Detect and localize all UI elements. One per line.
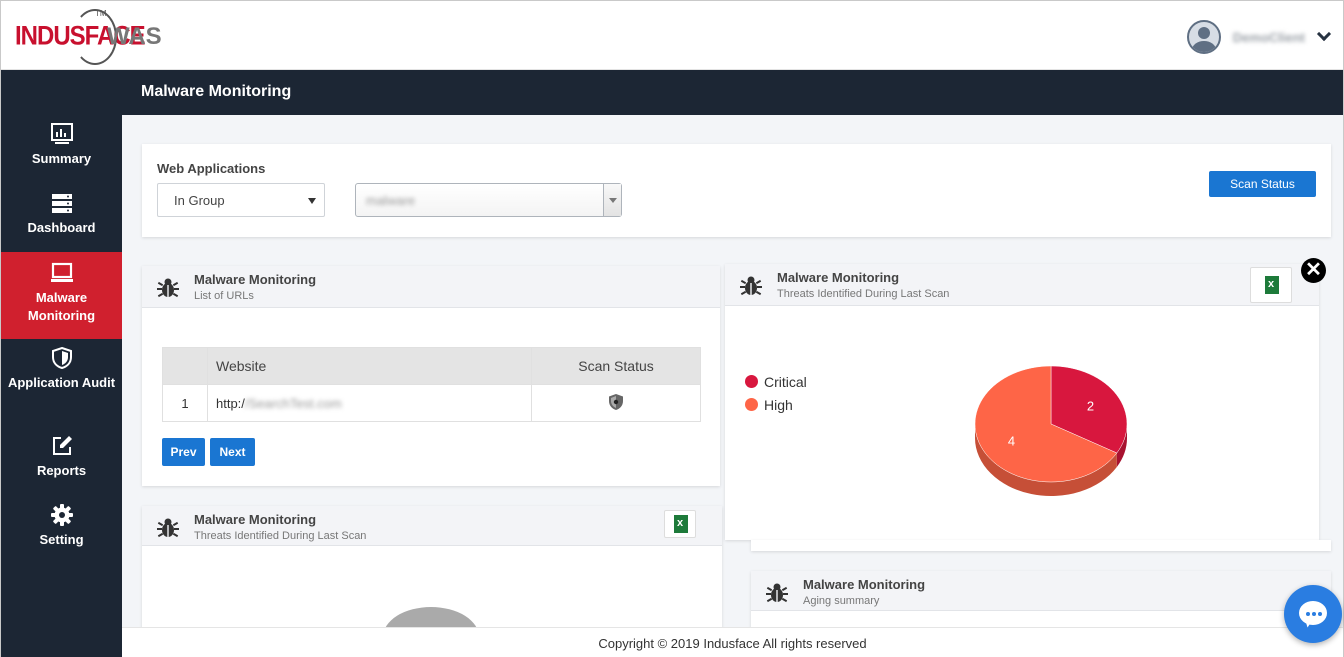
row-index: 1 [162, 384, 208, 422]
sidebar-item-label: Reports [36, 463, 87, 478]
sidebar-item-summary[interactable]: Summary [1, 123, 122, 183]
sidebar-item-label: Malware Monitoring [27, 290, 96, 323]
sidebar-item-label: Application Audit [7, 375, 116, 390]
shield-icon [51, 347, 72, 369]
page-title-bar: Malware Monitoring [1, 70, 1343, 115]
legend-dot [745, 375, 758, 388]
panel-title: Malware Monitoring [777, 270, 900, 285]
table-header-row: Website Scan Status [162, 347, 701, 385]
urls-panel: Malware Monitoring List of URLs Website … [142, 266, 720, 486]
threats-panel-right: Malware Monitoring Threats Identified Du… [725, 264, 1319, 540]
legend-item-critical[interactable]: Critical [745, 370, 807, 393]
dashboard-icon [51, 194, 72, 213]
panel-header: Malware Monitoring Threats Identified Du… [725, 264, 1319, 306]
panel-title: Malware Monitoring [803, 577, 926, 592]
logo-suffix: WAS [107, 23, 162, 50]
chat-widget-button[interactable] [1284, 585, 1342, 643]
bug-icon [740, 276, 762, 296]
panel-subtitle: List of URLs [194, 290, 254, 302]
excel-label: x [1268, 278, 1275, 290]
bug-icon [766, 583, 788, 603]
top-header: INDUSFACE TM WAS DemoClient [1, 1, 1343, 70]
scan-status-column-header: Scan Status [531, 347, 701, 385]
close-icon[interactable]: ✕ [1301, 258, 1326, 283]
pie-data-label-critical: 2 [1087, 399, 1094, 414]
sidebar-item-label: Dashboard [27, 220, 96, 235]
indusface-logo[interactable]: INDUSFACE TM WAS [15, 9, 162, 65]
excel-export-button[interactable]: x [664, 510, 696, 538]
group-select-value: In Group [174, 193, 225, 208]
panel-header: Malware Monitoring Threats Identified Du… [142, 506, 722, 546]
excel-icon: x [674, 515, 688, 533]
next-button[interactable]: Next [210, 438, 255, 466]
urls-table: Website Scan Status 1 http://SearchTest.… [162, 347, 701, 422]
bug-icon [157, 278, 179, 298]
sidebar-item-reports[interactable]: Reports [1, 435, 122, 495]
chevron-down-icon[interactable] [1316, 26, 1332, 42]
edit-icon [52, 436, 72, 455]
threats-pie-chart: 24 [974, 365, 1128, 496]
excel-label: x [677, 517, 684, 529]
index-column-header [162, 347, 208, 385]
sidebar-item-malware-monitoring[interactable]: Malware Monitoring [1, 252, 122, 339]
page-title: Malware Monitoring [141, 83, 292, 100]
table-row: 1 http://SearchTest.com [162, 384, 701, 422]
legend-label: High [764, 396, 793, 413]
bug-icon [157, 518, 179, 538]
legend-label: Critical [764, 373, 807, 390]
sidebar: Summary Dashboard Malware Monitoring App… [1, 115, 122, 657]
scan-status-button[interactable]: Scan Status [1209, 171, 1316, 197]
panel-title: Malware Monitoring [194, 272, 317, 287]
panel-title: Malware Monitoring [194, 512, 317, 527]
sidebar-item-label: Summary [31, 151, 92, 166]
user-menu[interactable]: DemoClient [1186, 20, 1332, 54]
application-select-value: malware [366, 193, 416, 208]
summary-icon [50, 123, 73, 144]
avatar[interactable] [1186, 20, 1221, 54]
chart-legend: Critical High [745, 370, 807, 416]
legend-dot [745, 398, 758, 411]
website-cell[interactable]: http://SearchTest.com [207, 384, 532, 422]
panel-subtitle: Threats Identified During Last Scan [777, 288, 950, 300]
shield-status-icon[interactable] [608, 393, 624, 411]
sidebar-item-dashboard[interactable]: Dashboard [1, 192, 122, 252]
website-rest: /SearchTest.com [244, 395, 342, 411]
chat-dots [1306, 612, 1322, 616]
excel-export-button[interactable]: x [1250, 267, 1292, 303]
sidebar-item-setting[interactable]: Setting [1, 504, 122, 564]
scan-status-cell [531, 384, 701, 422]
footer: Copyright © 2019 Indusface All rights re… [122, 627, 1343, 657]
website-column-header: Website [207, 347, 532, 385]
caret-down-icon [308, 198, 316, 204]
panel-subtitle: Threats Identified During Last Scan [194, 530, 367, 542]
monitor-icon [50, 262, 73, 282]
prev-button[interactable]: Prev [162, 438, 205, 466]
application-select[interactable]: malware [355, 183, 622, 217]
sidebar-item-label: Setting [39, 532, 84, 547]
sidebar-item-application-audit[interactable]: Application Audit [1, 347, 122, 417]
dropdown-toggle-icon[interactable] [603, 184, 621, 216]
panel-subtitle: Aging summary [803, 595, 880, 607]
panel-header: Malware Monitoring Aging summary [751, 571, 1331, 611]
user-name: DemoClient [1232, 29, 1305, 45]
legend-item-high[interactable]: High [745, 393, 807, 416]
logo-tm: TM [95, 9, 107, 18]
pie-data-label-high: 4 [1008, 433, 1015, 448]
panel-shadow-strip [751, 540, 1331, 551]
web-applications-label: Web Applications [157, 161, 266, 176]
panel-header: Malware Monitoring List of URLs [142, 266, 720, 308]
website-prefix: http:/ [216, 395, 245, 411]
group-select[interactable]: In Group [157, 183, 325, 217]
excel-icon: x [1265, 276, 1279, 294]
filter-card: Web Applications In Group malware Scan S… [142, 144, 1331, 237]
gear-icon [50, 504, 73, 526]
